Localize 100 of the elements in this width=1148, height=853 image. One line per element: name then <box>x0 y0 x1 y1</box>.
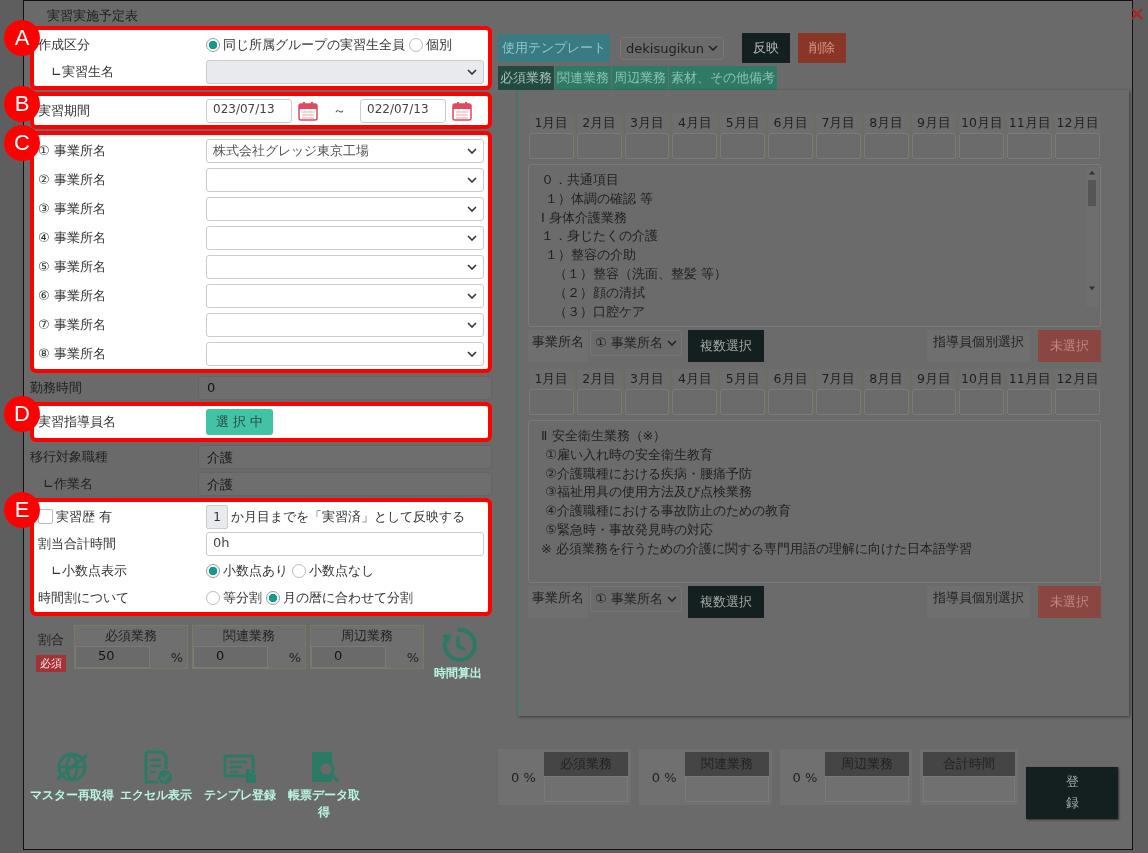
field-label: 実習期間 <box>38 101 91 120</box>
month-field[interactable] <box>1007 389 1053 415</box>
month-count-field[interactable]: 1 <box>206 504 228 529</box>
month-field[interactable] <box>911 133 957 159</box>
month-field[interactable] <box>720 133 766 159</box>
register-button[interactable]: 登録 <box>1026 767 1119 819</box>
chevron-icon <box>467 350 477 357</box>
field-label: ∟作業名 <box>42 474 94 493</box>
radio-option[interactable]: 小数点あり <box>206 561 288 580</box>
outline-line: ③福祉用具の使用方法及び点検業務 <box>544 483 753 502</box>
month-field[interactable] <box>911 389 957 415</box>
month-field[interactable] <box>529 389 574 415</box>
select-field[interactable]: 株式会社グレッジ東京工場 <box>206 138 484 163</box>
select-field[interactable] <box>206 225 484 250</box>
month-field[interactable] <box>816 133 861 159</box>
month-field[interactable] <box>672 133 718 159</box>
unselected-button[interactable]: 未選択 <box>1038 330 1101 362</box>
field-label: ∟小数点表示 <box>50 561 128 580</box>
office-select[interactable]: ① 事業所名 <box>590 586 682 612</box>
month-field[interactable] <box>959 133 1005 159</box>
select-field[interactable] <box>206 167 484 192</box>
multi-select-button[interactable]: 複数選択 <box>687 586 764 618</box>
month-field[interactable] <box>529 133 574 159</box>
month-field[interactable] <box>863 389 909 415</box>
month-field[interactable] <box>576 133 622 159</box>
range-separator: ～ <box>331 101 347 120</box>
tab[interactable]: 周辺業務 <box>612 66 668 90</box>
toolbar-button[interactable]: エクセル表示 <box>114 749 198 821</box>
radio-option[interactable]: 個別 <box>409 35 452 54</box>
select-field[interactable] <box>206 312 484 337</box>
close-icon[interactable] <box>1130 7 1144 21</box>
date-field[interactable]: 022/07/13 <box>360 98 446 123</box>
office-label: 事業所名 <box>528 330 588 362</box>
toolbar-button[interactable]: テンプレ登録 <box>198 749 282 821</box>
radio-option[interactable]: 等分割 <box>206 588 262 607</box>
input-field[interactable]: 0 <box>198 375 492 400</box>
outline-line: ０．共通項目 <box>541 171 620 189</box>
month-field[interactable] <box>624 133 670 159</box>
outline-line: １）体調の確認 等 <box>544 189 655 208</box>
column-header: 関連業務 <box>222 627 276 645</box>
select-field[interactable] <box>206 196 484 221</box>
field-label: 作成区分 <box>38 35 91 54</box>
delete-button[interactable]: 削除 <box>797 33 846 63</box>
chevron-icon <box>467 176 477 183</box>
unselected-button[interactable]: 未選択 <box>1038 586 1101 618</box>
month-field[interactable] <box>1055 133 1100 159</box>
calendar-icon[interactable] <box>452 100 472 121</box>
toolbar-button[interactable]: マスター再取得 <box>30 749 114 821</box>
percent-field[interactable]: 0 <box>193 646 268 668</box>
month-field[interactable] <box>959 389 1005 415</box>
toolbar-button[interactable]: 帳票データ取得 <box>282 749 366 821</box>
callout-badge: C <box>4 125 40 161</box>
multi-select-button[interactable]: 複数選択 <box>687 330 764 362</box>
select-field[interactable] <box>206 254 484 279</box>
time-calc-button[interactable]: 時間算出 <box>428 625 482 682</box>
tab[interactable]: 必須業務 <box>498 66 554 90</box>
unit-label: % <box>169 649 184 665</box>
radio-option[interactable]: 月の暦に合わせて分割 <box>266 588 413 607</box>
text-area[interactable]: Ⅱ 安全衛生業務（※） ①雇い入れ時の安全衛生教育 ②介護職種における疾病・腰痛予防 ③福祉用具の使用方法及び点検業務 ④介護職種における事故防止のための教育 ⑤緊急時・事故発見時の対応 ※ 必須業務を行うための介護に関する専門用語の理解に向けた日本語学習 <box>528 420 1101 583</box>
tab[interactable]: 関連業務 <box>555 66 611 90</box>
radio-option[interactable]: 小数点なし <box>292 561 374 580</box>
percent-text: 0 % <box>650 769 678 785</box>
outline-line: ②介護職種における疾病・腰痛予防 <box>544 464 753 483</box>
month-field[interactable] <box>576 389 622 415</box>
select-field[interactable] <box>206 341 484 366</box>
month-field[interactable] <box>768 133 813 159</box>
template-select[interactable]: dekisugikun <box>620 36 724 60</box>
select-button[interactable]: 選 択 中 <box>206 409 274 435</box>
chevron-icon <box>467 263 477 270</box>
outline-line: １．身じたくの介護 <box>541 227 659 246</box>
outline-line: ⑤緊急時・事故発見時の対応 <box>544 521 714 539</box>
checkbox-option[interactable]: 実習歴 有 <box>38 507 206 526</box>
month-field[interactable] <box>624 389 670 415</box>
month-field[interactable] <box>720 389 766 415</box>
percent-field[interactable]: 0 <box>311 646 386 668</box>
input-field[interactable]: 0h <box>206 531 484 556</box>
month-field[interactable] <box>816 389 861 415</box>
field-label: ③ 事業所名 <box>38 199 107 218</box>
input-field[interactable]: 介護 <box>198 444 492 469</box>
month-field[interactable] <box>768 389 813 415</box>
unit-label: % <box>287 649 302 665</box>
tab[interactable]: 素材、その他備考 <box>669 66 777 90</box>
office-select[interactable]: ① 事業所名 <box>590 330 682 356</box>
percent-text: 0 % <box>791 769 819 785</box>
month-field[interactable] <box>672 389 718 415</box>
month-field[interactable] <box>1007 133 1053 159</box>
calendar-icon[interactable] <box>298 100 318 121</box>
chevron-icon <box>467 68 477 75</box>
select-field[interactable] <box>206 283 484 308</box>
apply-button[interactable]: 反映 <box>741 33 790 63</box>
outline-line: ④介護職種における事故防止のための教育 <box>544 502 792 521</box>
month-field[interactable] <box>863 133 909 159</box>
percent-field[interactable]: 50 <box>75 646 150 668</box>
callout-badge: A <box>4 20 40 56</box>
input-field[interactable]: 介護 <box>198 471 492 496</box>
radio-option[interactable]: 同じ所属グループの実習生全員 <box>206 35 405 54</box>
field-hint: か月目までを「実習済」として反映する <box>231 507 465 526</box>
callout-badge: B <box>4 86 40 122</box>
date-field[interactable]: 023/07/13 <box>206 98 292 123</box>
month-field[interactable] <box>1055 389 1100 415</box>
